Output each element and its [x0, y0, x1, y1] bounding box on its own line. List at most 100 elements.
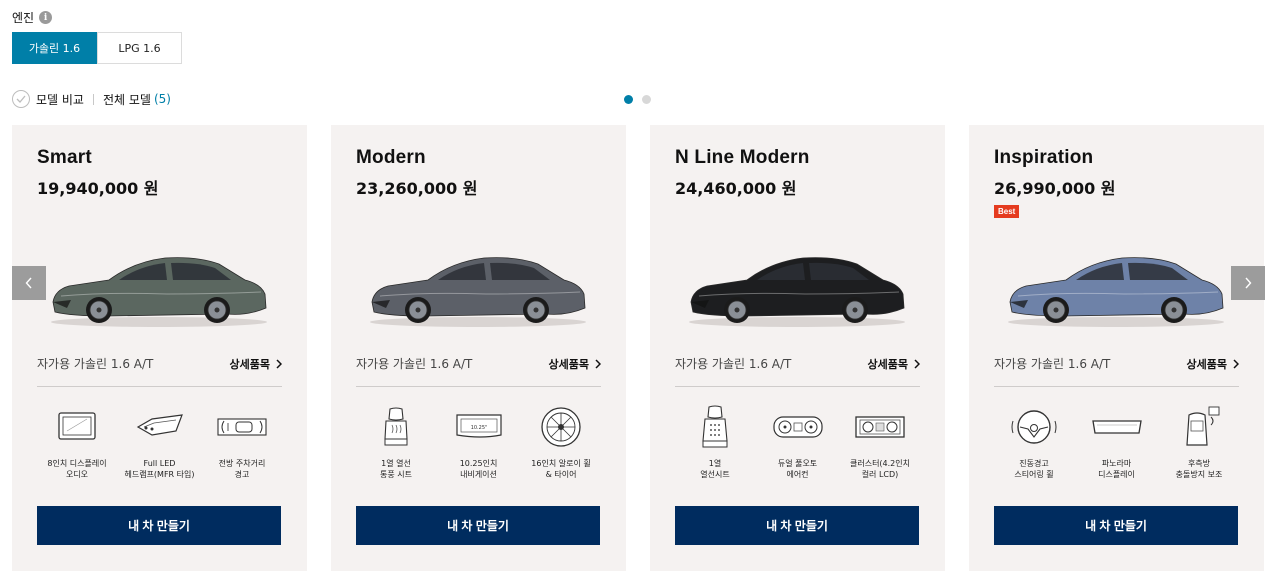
headlamp-icon	[136, 414, 183, 436]
divider	[994, 386, 1239, 387]
tab-lpg[interactable]: LPG 1.6	[97, 32, 182, 64]
model-name: Modern	[356, 147, 426, 168]
engine-label: 엔진 i	[12, 9, 53, 26]
feature-item: 진동경고 스티어링 휠	[994, 405, 1074, 480]
car-image	[1008, 257, 1224, 327]
alloy-wheel-icon	[541, 407, 581, 447]
info-icon[interactable]: i	[39, 11, 53, 24]
feature-item: 파노라마 디스플레이	[1077, 405, 1157, 480]
panorama-display-icon	[1091, 420, 1142, 434]
detail-link[interactable]: 상세품목	[1187, 356, 1239, 372]
cluster-icon	[855, 416, 905, 438]
chevron-right-icon	[1245, 277, 1252, 289]
feature-text: 16인치 알로이 휠 & 타이어	[531, 459, 591, 479]
compare-bar: 모델 비교 전체 모델 (5)	[12, 90, 171, 108]
car-shadow	[1008, 317, 1224, 327]
feature-item: 16인치 알로이 휠 & 타이어	[521, 405, 601, 480]
all-models-count[interactable]: (5)	[154, 92, 171, 106]
car-shadow	[370, 317, 586, 327]
trim-text: 자가용 가솔린 1.6 A/T	[675, 357, 792, 371]
feature-text: 진동경고 스티어링 휠	[1014, 459, 1054, 479]
feature-list: 8인치 디스플레이 오디오 Full LED 헤드램프(MFR 타입) 전방 주…	[37, 405, 282, 480]
feature-item: 1열 열선시트	[675, 405, 755, 480]
feature-list: 1열 열선 통풍 시트 10.25" 10.25인치 내비게이션 16인치 알로…	[356, 405, 601, 480]
divider	[675, 386, 920, 387]
feature-list: 1열 열선시트 듀얼 풀오토 에어컨 클러스터(4.2인치 컬러 LCD)	[675, 405, 920, 480]
pagination-dot-2[interactable]	[642, 95, 651, 104]
parking-sensor-icon	[217, 418, 267, 436]
car-wheel-hub	[415, 307, 421, 313]
climate-control-icon	[772, 416, 823, 438]
heated-seat-icon	[702, 405, 728, 448]
trim-text: 자가용 가솔린 1.6 A/T	[356, 357, 473, 371]
chevron-right-icon	[595, 358, 601, 369]
model-price: 26,990,000 원	[994, 179, 1116, 198]
chevron-right-icon	[276, 358, 282, 369]
divider	[92, 93, 94, 105]
detail-link[interactable]: 상세품목	[230, 356, 282, 372]
feature-item: 1열 열선 통풍 시트	[356, 405, 436, 480]
car-wheel-hub	[214, 307, 220, 313]
car-wheel-hub	[533, 307, 539, 313]
chevron-right-icon	[914, 358, 920, 369]
model-name: Inspiration	[994, 147, 1094, 168]
feature-item: 전방 주차거리 경고	[202, 405, 282, 480]
trim-text: 자가용 가솔린 1.6 A/T	[994, 357, 1111, 371]
all-models-label[interactable]: 전체 모델	[103, 91, 151, 108]
feature-item: 8인치 디스플레이 오디오	[37, 405, 117, 480]
feature-item: 듀얼 풀오토 에어컨	[758, 405, 838, 480]
feature-text: 파노라마 디스플레이	[1098, 459, 1135, 479]
car-shadow	[51, 317, 267, 327]
engine-tabs: 가솔린 1.6 LPG 1.6	[12, 32, 182, 64]
compare-label[interactable]: 모델 비교	[36, 91, 84, 108]
divider	[37, 386, 282, 387]
feature-item: 클러스터(4.2인치 컬러 LCD)	[840, 405, 920, 480]
model-card-modern: Modern 23,260,000 원 자가용 가솔린 1.6 A/T 상세품목…	[331, 125, 626, 571]
build-my-car-button[interactable]: 내 차 만들기	[675, 506, 919, 545]
best-badge: Best	[994, 205, 1020, 218]
tab-gasoline[interactable]: 가솔린 1.6	[12, 32, 97, 64]
feature-item: 후측방 충돌방지 보조	[1159, 405, 1239, 480]
feature-text: 1열 열선시트	[700, 459, 730, 479]
prev-arrow-button[interactable]	[12, 266, 46, 300]
detail-link-label: 상세품목	[548, 357, 589, 371]
pagination-dots	[624, 95, 651, 104]
car-shadow	[689, 317, 905, 327]
model-name: N Line Modern	[675, 147, 810, 168]
car-wheel-hub	[1171, 307, 1177, 313]
detail-link[interactable]: 상세품목	[868, 356, 920, 372]
model-price: 23,260,000 원	[356, 179, 478, 198]
model-name: Smart	[37, 147, 92, 168]
svg-text:10.25": 10.25"	[470, 425, 487, 431]
model-card-inspiration: Inspiration 26,990,000 원 Best 자가용 가솔린 1.…	[969, 125, 1264, 571]
display-icon	[58, 412, 96, 440]
car-wheel-hub	[1053, 307, 1059, 313]
pagination-dot-1[interactable]	[624, 95, 633, 104]
build-my-car-button[interactable]: 내 차 만들기	[356, 506, 600, 545]
next-arrow-button[interactable]	[1231, 266, 1265, 300]
navigation-icon: 10.25"	[455, 414, 502, 438]
feature-text: 1열 열선 통풍 시트	[380, 459, 412, 479]
feature-text: 8인치 디스플레이 오디오	[47, 459, 107, 479]
checkmark-icon[interactable]	[12, 90, 30, 108]
detail-link-label: 상세품목	[867, 357, 908, 371]
feature-list: 진동경고 스티어링 휠 파노라마 디스플레이 후측방 충돌방지 보조	[994, 405, 1239, 480]
model-price: 24,460,000 원	[675, 179, 797, 198]
car-wheel-hub	[852, 307, 858, 313]
feature-item: Full LED 헤드램프(MFR 타입)	[120, 405, 200, 480]
feature-text: 전방 주차거리 경고	[218, 459, 266, 479]
trim-text: 자가용 가솔린 1.6 A/T	[37, 357, 154, 371]
car-image	[689, 257, 905, 327]
build-my-car-button[interactable]: 내 차 만들기	[994, 506, 1238, 545]
feature-item: 10.25" 10.25인치 내비게이션	[439, 405, 519, 480]
feature-text: 10.25인치 내비게이션	[459, 459, 498, 479]
car-wheel-hub	[734, 307, 740, 313]
feature-text: 후측방 충돌방지 보조	[1175, 459, 1223, 479]
steering-wheel-icon	[1011, 410, 1057, 444]
rear-collision-icon	[1186, 406, 1220, 446]
model-price: 19,940,000 원	[37, 179, 159, 198]
detail-link[interactable]: 상세품목	[549, 356, 601, 372]
build-my-car-button[interactable]: 내 차 만들기	[37, 506, 281, 545]
feature-text: 듀얼 풀오토 에어컨	[777, 459, 818, 479]
feature-text: 클러스터(4.2인치 컬러 LCD)	[849, 459, 910, 479]
